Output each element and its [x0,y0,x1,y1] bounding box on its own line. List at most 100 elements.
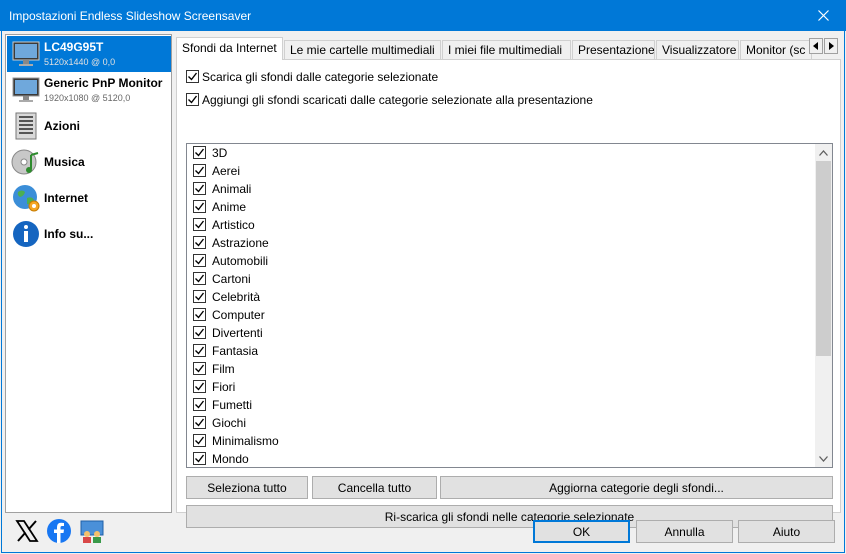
sidebar-item-label: Internet [44,191,89,205]
list-item[interactable]: Aerei [187,162,815,180]
category-checkbox[interactable] [193,362,206,375]
checkmark-icon [195,382,205,391]
category-label: Fantasia [212,344,259,358]
community-link[interactable] [79,518,105,544]
select-all-button[interactable]: Seleziona tutto [186,476,308,499]
ok-button[interactable]: OK [533,520,630,543]
category-checkbox[interactable] [193,326,206,339]
category-label: Astrazione [212,236,269,250]
tab-scroll-left[interactable] [809,38,823,54]
window-title: Impostazioni Endless Slideshow Screensav… [9,9,252,23]
category-list[interactable]: 3D Aerei Animali Anime Artistico Astrazione Au… [186,143,833,468]
checkmark-icon [195,166,205,175]
redownload-button[interactable]: Ri-scarica gli sfondi nelle categorie se… [186,505,833,528]
list-item[interactable]: 3D [187,144,815,162]
tab-sfondi-da-internet[interactable]: Sfondi da Internet [176,37,283,60]
category-checkbox[interactable] [193,344,206,357]
sidebar-item-label: Info su... [44,227,94,241]
category-checkbox[interactable] [193,200,206,213]
sidebar-item-info[interactable]: Info su... [7,216,171,252]
category-checkbox[interactable] [193,434,206,447]
checkmark-icon [195,328,205,337]
category-checkbox[interactable] [193,380,206,393]
add-to-slideshow-label[interactable]: Aggiungi gli sfondi scaricati dalle cate… [202,93,593,107]
sidebar-item-azioni[interactable]: Azioni [7,108,171,144]
category-label: Cartoni [212,272,251,286]
list-item[interactable]: Divertenti [187,324,815,342]
title-bar: Impostazioni Endless Slideshow Screensav… [0,0,846,31]
list-item[interactable]: Astrazione [187,234,815,252]
clear-all-button[interactable]: Cancella tutto [312,476,437,499]
sidebar-item-musica[interactable]: Musica [7,144,171,180]
list-item[interactable]: Artistico [187,216,815,234]
list-item[interactable]: Mondo [187,450,815,467]
category-checkbox[interactable] [193,290,206,303]
category-label: Aerei [212,164,241,178]
scroll-thumb[interactable] [816,161,831,356]
facebook-icon [47,519,71,543]
x-twitter-link[interactable] [14,518,40,544]
list-item[interactable]: Celebrità [187,288,815,306]
tab-visualizzatore[interactable]: Visualizzatore [656,40,739,59]
facebook-link[interactable] [46,518,72,544]
update-categories-button[interactable]: Aggiorna categorie degli sfondi... [440,476,833,499]
category-checkbox[interactable] [193,254,206,267]
sidebar: LC49G95T 5120x1440 @ 0,0 Generic PnP Mon… [5,34,172,513]
download-checkbox[interactable] [186,70,199,83]
close-button[interactable] [800,0,846,31]
monitor-icon [12,41,40,66]
add-to-slideshow-checkbox[interactable] [186,93,199,106]
category-checkbox[interactable] [193,452,206,465]
category-label: Mondo [212,452,249,466]
category-checkbox[interactable] [193,146,206,159]
cancel-button[interactable]: Annulla [636,520,733,543]
category-label: Animali [212,182,252,196]
list-item[interactable]: Automobili [187,252,815,270]
sidebar-item-label: Generic PnP Monitor [44,76,163,90]
tab-strip: Sfondi da Internet Le mie cartelle multi… [176,37,812,60]
list-item[interactable]: Fiori [187,378,815,396]
category-checkbox[interactable] [193,272,206,285]
list-item[interactable]: Film [187,360,815,378]
category-checkbox[interactable] [193,182,206,195]
list-item[interactable]: Cartoni [187,270,815,288]
sidebar-item-resolution: 5120x1440 @ 0,0 [44,57,116,67]
help-button[interactable]: Aiuto [738,520,835,543]
tab-monitor[interactable]: Monitor (sc [740,40,812,59]
category-checkbox[interactable] [193,416,206,429]
checkmark-icon [195,220,205,229]
category-checkbox[interactable] [193,218,206,231]
category-label: Anime [212,200,247,214]
tab-presentazione[interactable]: Presentazione [572,40,655,59]
actions-icon [15,112,37,140]
list-item[interactable]: Anime [187,198,815,216]
category-label: Minimalismo [212,434,279,448]
checkmark-icon [195,346,205,355]
tab-le-mie-cartelle[interactable]: Le mie cartelle multimediali [284,40,441,59]
list-item[interactable]: Minimalismo [187,432,815,450]
sidebar-item-generic-pnp-monitor[interactable]: Generic PnP Monitor 1920x1080 @ 5120,0 [7,72,171,108]
category-label: Divertenti [212,326,263,340]
sidebar-item-lc49g95t[interactable]: LC49G95T 5120x1440 @ 0,0 [7,36,171,72]
sidebar-item-label: Azioni [44,119,80,133]
category-label: Fumetti [212,398,253,412]
tab-scroll-right[interactable] [824,38,838,54]
download-label[interactable]: Scarica gli sfondi dalle categorie selez… [202,70,438,84]
scroll-up-button[interactable] [815,144,832,161]
list-item[interactable]: Giochi [187,414,815,432]
tab-panel-sfondi: Scarica gli sfondi dalle categorie selez… [176,59,841,528]
sidebar-item-internet[interactable]: Internet [7,180,171,216]
list-item[interactable]: Fantasia [187,342,815,360]
list-item[interactable]: Animali [187,180,815,198]
monitor-icon [12,77,40,102]
category-checkbox[interactable] [193,398,206,411]
category-checkbox[interactable] [193,164,206,177]
category-list-scrollbar[interactable] [815,144,832,467]
list-item[interactable]: Fumetti [187,396,815,414]
list-item[interactable]: Computer [187,306,815,324]
tab-i-miei-file[interactable]: I miei file multimediali [442,40,571,59]
category-checkbox[interactable] [193,236,206,249]
sidebar-item-resolution: 1920x1080 @ 5120,0 [44,93,131,103]
scroll-down-button[interactable] [815,450,832,467]
category-checkbox[interactable] [193,308,206,321]
